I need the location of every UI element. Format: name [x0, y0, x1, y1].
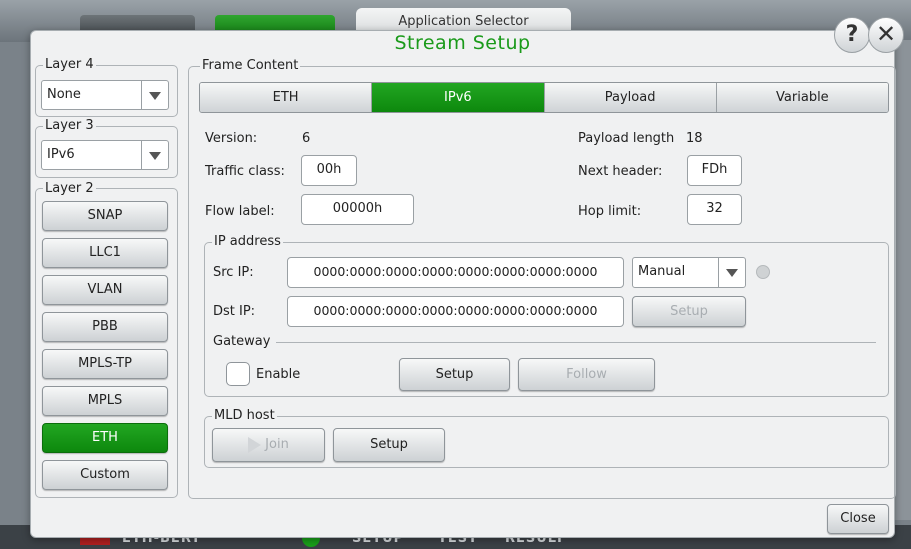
payload-length-value: 18	[686, 131, 703, 146]
mld-host-label: MLD host	[212, 408, 277, 423]
hop-limit-label: Hop limit:	[578, 204, 642, 219]
chevron-down-icon[interactable]	[141, 141, 168, 169]
layer2-mpls-button[interactable]: MPLS	[42, 386, 168, 416]
layer2-mpls-tp-button[interactable]: MPLS-TP	[42, 349, 168, 379]
tab-eth[interactable]: ETH	[200, 83, 373, 112]
gateway-enable-checkbox[interactable]	[226, 362, 250, 386]
dst-ip-field[interactable]: 0000:0000:0000:0000:0000:0000:0000:0000	[287, 296, 624, 327]
status-led-icon	[756, 265, 770, 279]
dialog-title: Stream Setup	[394, 32, 531, 54]
mld-setup-button[interactable]: Setup	[333, 428, 445, 462]
src-ip-label: Src IP:	[213, 265, 254, 280]
chevron-down-icon[interactable]	[718, 258, 745, 287]
layer2-pbb-button[interactable]: PBB	[42, 312, 168, 342]
traffic-class-field[interactable]: 00h	[301, 155, 357, 186]
chevron-down-icon[interactable]	[141, 81, 168, 109]
layer2-llc1-button[interactable]: LLC1	[42, 238, 168, 268]
src-ip-field[interactable]: 0000:0000:0000:0000:0000:0000:0000:0000	[287, 257, 624, 288]
tab-payload[interactable]: Payload	[544, 83, 717, 112]
help-icon[interactable]: ?	[834, 17, 870, 53]
layer2-label: Layer 2	[43, 181, 96, 196]
layer4-label: Layer 4	[43, 57, 96, 72]
mld-join-label: Join	[265, 437, 289, 452]
layer3-label: Layer 3	[43, 118, 96, 133]
layer2-vlan-button[interactable]: VLAN	[42, 275, 168, 305]
next-header-label: Next header:	[578, 164, 663, 179]
tab-variable[interactable]: Variable	[716, 83, 888, 112]
flow-label-field[interactable]: 00000h	[301, 194, 414, 225]
layer2-snap-button[interactable]: SNAP	[42, 201, 168, 231]
close-icon[interactable]: ✕	[868, 17, 904, 53]
dst-ip-setup-button[interactable]: Setup	[632, 296, 746, 327]
layer3-select[interactable]: IPv6	[41, 140, 169, 170]
layer4-value: None	[47, 87, 81, 102]
layer3-value: IPv6	[47, 147, 75, 162]
version-value: 6	[302, 131, 311, 146]
tab-ipv6[interactable]: IPv6	[372, 83, 545, 112]
gateway-divider	[276, 342, 876, 343]
flow-label-label: Flow label:	[205, 204, 275, 219]
gateway-setup-button[interactable]: Setup	[399, 358, 510, 391]
src-ip-mode-value: Manual	[638, 264, 686, 279]
close-button[interactable]: Close	[827, 504, 889, 534]
gateway-label: Gateway	[213, 334, 271, 349]
ip-address-label: IP address	[212, 234, 283, 249]
play-icon	[248, 436, 262, 453]
hop-limit-field[interactable]: 32	[687, 194, 742, 225]
layer4-select[interactable]: None	[41, 80, 169, 110]
next-header-field[interactable]: FDh	[687, 155, 742, 186]
frame-tabs: ETH IPv6 Payload Variable	[199, 82, 889, 113]
mld-join-button[interactable]: Join	[212, 428, 325, 462]
layer2-eth-button[interactable]: ETH	[42, 423, 168, 453]
version-label: Version:	[205, 131, 258, 146]
frame-content-label: Frame Content	[200, 58, 301, 73]
traffic-class-label: Traffic class:	[205, 164, 285, 179]
src-ip-mode-select[interactable]: Manual	[632, 257, 746, 288]
payload-length-label: Payload length	[578, 131, 675, 146]
gateway-enable-label: Enable	[256, 367, 301, 382]
dst-ip-label: Dst IP:	[213, 304, 256, 319]
gateway-follow-button[interactable]: Follow	[518, 358, 655, 391]
layer2-custom-button[interactable]: Custom	[42, 460, 168, 490]
